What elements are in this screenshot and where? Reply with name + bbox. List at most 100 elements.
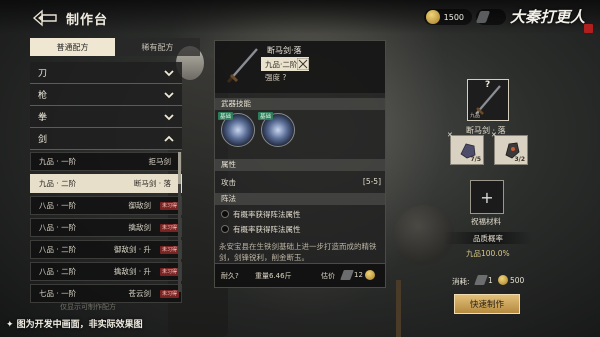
quality-rate-header: 品质概率 — [443, 232, 533, 244]
category-label: 剑 — [38, 135, 48, 145]
skill-tag: 基础 — [218, 112, 234, 120]
weapon-detail-panel: 断马剑·落 九品·二阶 强度 ? 武器技能 基础 基础 属性 攻击 [5-5] … — [214, 40, 386, 288]
not-learned-badge: 未习得 — [159, 268, 179, 276]
durability: 耐久? — [221, 272, 239, 280]
coin-counter[interactable]: 1500 — [424, 9, 472, 25]
tab-rare-recipes[interactable]: 稀有配方 — [115, 38, 200, 56]
recipe-grade: 八品 · 一阶 — [39, 223, 77, 232]
skill-slot-2[interactable]: 基础 — [258, 112, 295, 147]
estimate-label: 估价 — [321, 272, 335, 280]
chevron-down-icon — [164, 92, 174, 99]
recipe-name: 断马剑 · 落 — [133, 179, 171, 188]
attack-row: 攻击 [5-5] — [221, 177, 381, 188]
recipe-name: 苍云剑 — [128, 289, 152, 298]
category-label: 刀 — [38, 69, 48, 79]
recipe-item[interactable]: 七品 · 一阶 苍云剑 未习得 — [30, 284, 182, 303]
chevron-down-icon — [164, 70, 174, 77]
weight: 重量6.46斤 — [255, 272, 292, 280]
recipe-name: 擒敌剑 · 升 — [113, 267, 151, 276]
back-arrow-icon — [32, 9, 57, 27]
recipe-grade: 八品 · 二阶 — [39, 267, 77, 276]
material-slot-2[interactable]: ✕ 3/2 — [491, 131, 528, 165]
skill-tag: 基础 — [258, 112, 274, 120]
recipe-item-selected[interactable]: 九品 · 二阶 断马剑 · 落 — [30, 174, 182, 193]
attack-value: [5-5] — [362, 177, 381, 186]
recipe-name: 擒敌剑 — [128, 223, 152, 232]
sword-icon — [226, 48, 258, 84]
weapon-name: 断马剑·落 — [267, 46, 302, 55]
recipe-scrollbar[interactable] — [178, 152, 181, 292]
tab-normal-recipes[interactable]: 普通配方 — [30, 38, 115, 56]
chevron-up-icon — [164, 135, 174, 142]
category-qiang[interactable]: 枪 — [30, 84, 182, 106]
consume-label: 消耗: — [452, 277, 470, 286]
recipe-grade: 八品 · 一阶 — [39, 201, 77, 210]
knife-coin-icon — [340, 270, 354, 280]
formation-dot-icon — [221, 210, 229, 218]
chevron-down-icon — [164, 114, 174, 121]
add-blessing-material-button[interactable]: + — [470, 180, 504, 214]
category-jian[interactable]: 剑 — [30, 128, 182, 150]
quality-rate-value: 九品100.0% — [466, 249, 510, 258]
coin-icon — [365, 270, 375, 280]
weapon-strength: 强度 ? — [265, 73, 287, 82]
development-notice: ✦ 图为开发中画面，非实际效果图 — [6, 320, 143, 330]
recipe-name: 御敌剑 · 升 — [113, 245, 151, 254]
material-slot-1[interactable]: ✕ 7/5 — [447, 131, 484, 165]
knife-coin-icon — [474, 275, 488, 285]
logo-seal — [584, 24, 593, 33]
category-quan[interactable]: 拳 — [30, 106, 182, 128]
skill-slot-1[interactable]: 基础 — [218, 112, 255, 147]
recipe-item[interactable]: 九品 · 一阶 拒马剑 — [30, 152, 182, 171]
crossed-swords-icon: ✕ — [491, 131, 497, 139]
coin-icon — [498, 275, 508, 285]
category-dao[interactable]: 刀 — [30, 62, 182, 84]
recipe-item[interactable]: 八品 · 二阶 御敌剑 · 升 未习得 — [30, 240, 182, 259]
recipe-item[interactable]: 八品 · 一阶 擒敌剑 未习得 — [30, 218, 182, 237]
coin-value: 1500 — [443, 12, 464, 22]
quick-craft-button[interactable]: 快速制作 — [454, 294, 520, 314]
recipe-item[interactable]: 八品 · 二阶 擒敌剑 · 升 未习得 — [30, 262, 182, 281]
skills-header: 武器技能 — [215, 98, 385, 110]
not-learned-badge: 未习得 — [159, 202, 179, 210]
attributes-header: 属性 — [215, 159, 385, 171]
recipe-grade: 八品 · 二阶 — [39, 245, 77, 254]
plus-icon: + — [480, 187, 494, 207]
material-count: 3/2 — [514, 156, 525, 163]
recipe-grade: 九品 · 一阶 — [39, 157, 77, 166]
formation-text: 有概率获得阵法属性 — [233, 209, 301, 219]
category-label: 枪 — [38, 91, 48, 101]
page-title: 制作台 — [66, 13, 109, 28]
recipe-name: 拒马剑 — [148, 157, 172, 166]
category-label: 拳 — [38, 113, 48, 123]
not-learned-badge: 未习得 — [159, 290, 179, 298]
crossed-swords-icon: ✕ — [447, 131, 453, 139]
formation-row: 有概率获得阵法属性 — [221, 208, 381, 220]
blessing-material-label: 祝福材料 — [471, 217, 501, 226]
game-logo: 大秦打更人 — [510, 8, 586, 26]
knife-coin-icon — [475, 11, 491, 23]
back-button[interactable] — [32, 8, 60, 28]
scrollbar-thumb[interactable] — [178, 152, 181, 184]
weapon-footer: 耐久? 重量6.46斤 估价 12 — [215, 263, 385, 287]
material-count: 7/5 — [470, 156, 481, 163]
not-learned-badge: 未习得 — [159, 224, 179, 232]
not-learned-badge: 未习得 — [159, 246, 179, 254]
filter-hint: 仅显示可制作配方 — [60, 303, 116, 311]
recipe-grade: 七品 · 一阶 — [39, 289, 77, 298]
formation-dot-icon — [221, 225, 229, 233]
target-weapon-grade: 九品 — [470, 113, 481, 119]
background-post — [396, 280, 401, 337]
weapon-description: 永安宝县在生铁剑基础上进一步打造而成的精铁剑，剑锋锐利，削金断玉。 — [219, 242, 377, 262]
weapon-header: 断马剑·落 九品·二阶 强度 ? — [215, 41, 385, 93]
formation-text: 有概率获得阵法属性 — [233, 224, 301, 234]
knife-counter[interactable] — [475, 9, 506, 25]
formation-row: 有概率获得阵法属性 — [221, 223, 381, 235]
formation-header: 阵法 — [215, 193, 385, 205]
estimate-knife-value: 12 — [354, 271, 363, 279]
crossed-swords-icon — [297, 58, 309, 70]
recipe-item[interactable]: 八品 · 一阶 御敌剑 未习得 — [30, 196, 182, 215]
recipe-grade: 九品 · 二阶 — [39, 179, 77, 188]
coin-icon — [426, 10, 440, 24]
unknown-strength-mark: ? — [485, 80, 491, 90]
